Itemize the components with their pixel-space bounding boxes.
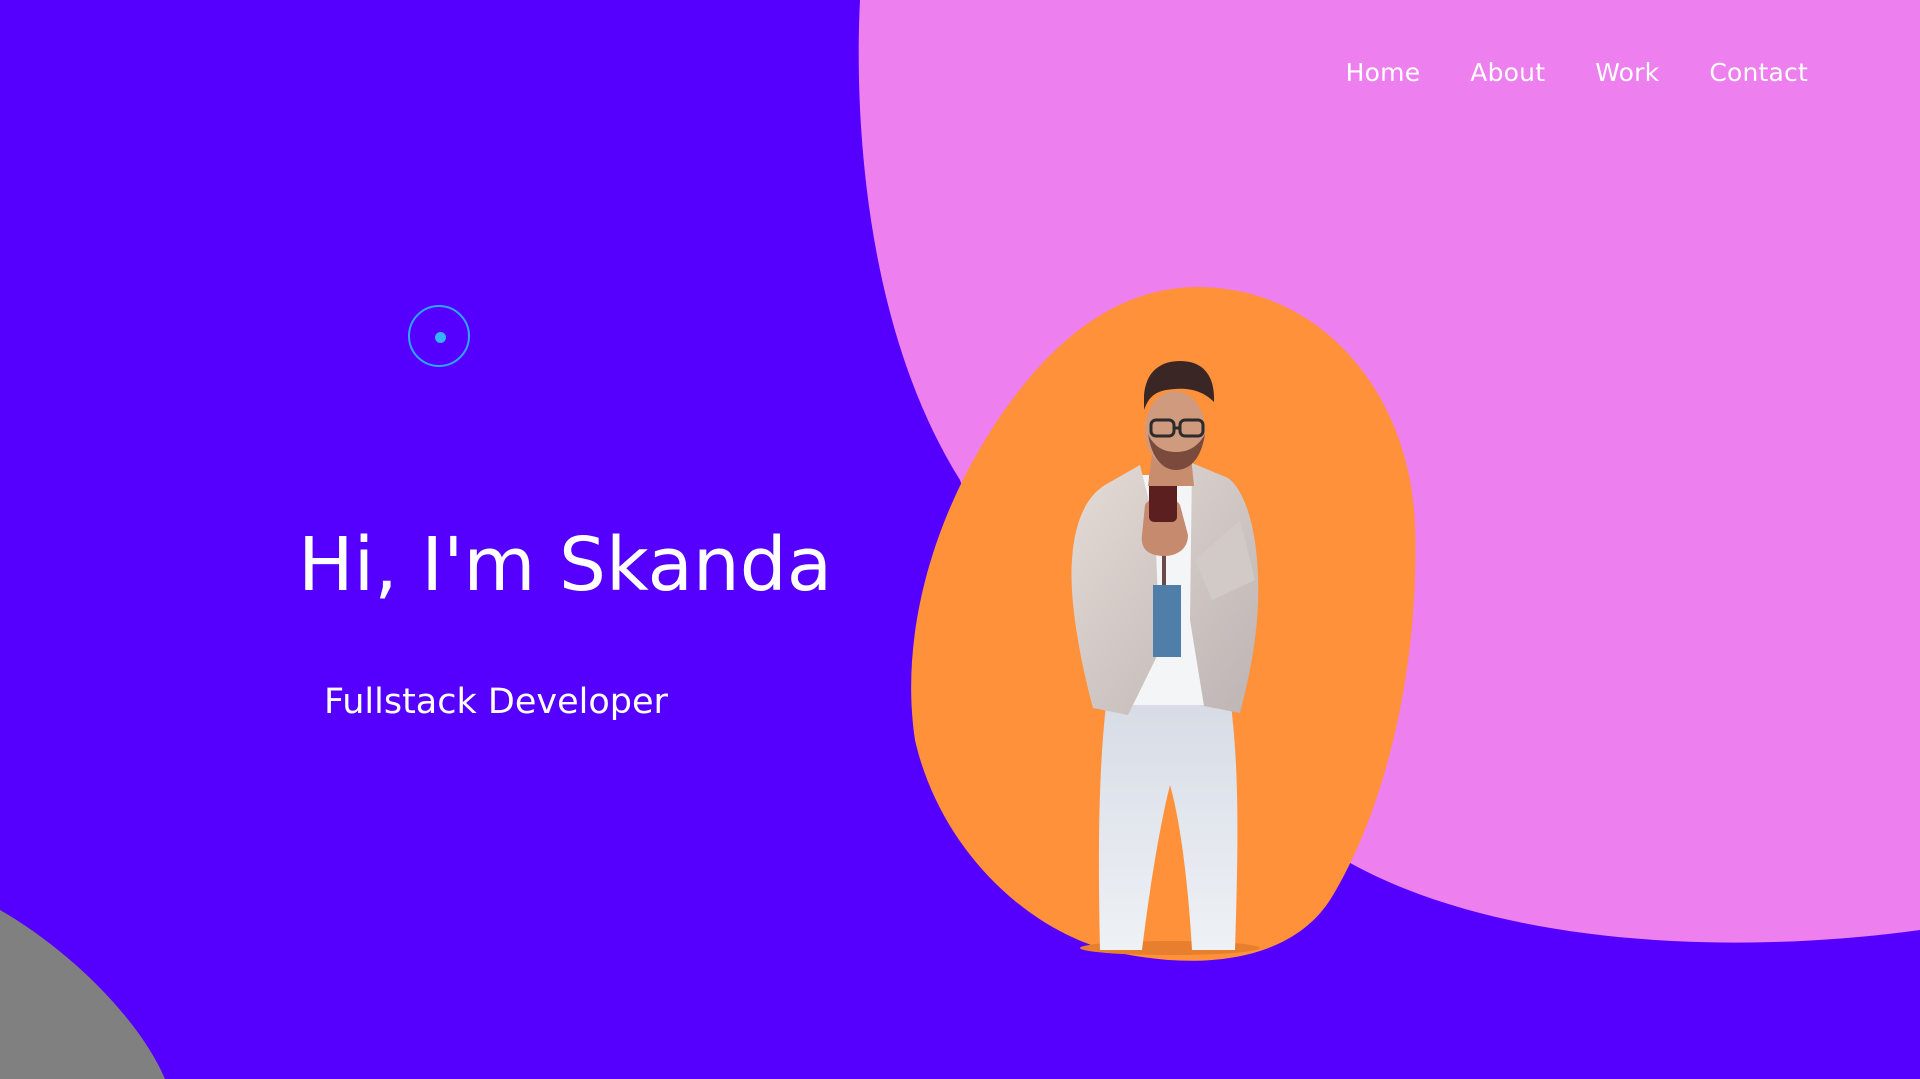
- hero-title: Hi, I'm Skanda: [298, 522, 833, 608]
- avatar-badge: [1153, 585, 1181, 657]
- nav-about[interactable]: About: [1470, 58, 1545, 87]
- hero-background: [0, 0, 1920, 1079]
- nav-contact[interactable]: Contact: [1709, 58, 1808, 87]
- cursor-dot-icon: [435, 332, 446, 343]
- gray-corner-blob: [0, 910, 165, 1079]
- hero-subtitle: Fullstack Developer: [324, 682, 668, 722]
- nav-home[interactable]: Home: [1346, 58, 1421, 87]
- nav-work[interactable]: Work: [1595, 58, 1659, 87]
- main-nav: Home About Work Contact: [1346, 58, 1808, 87]
